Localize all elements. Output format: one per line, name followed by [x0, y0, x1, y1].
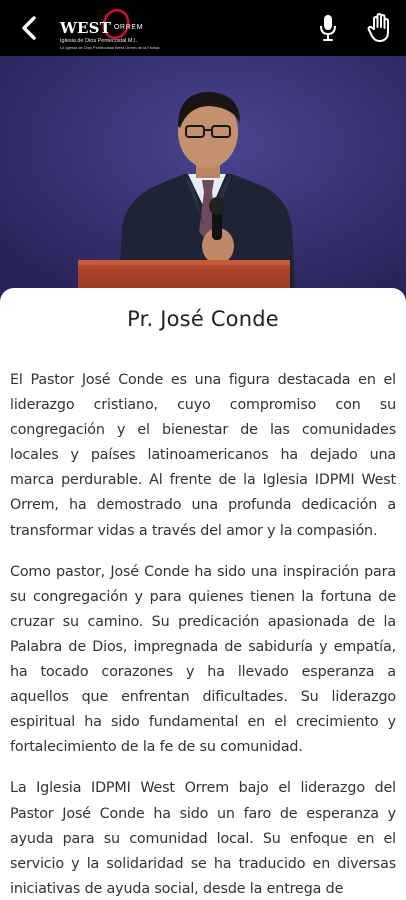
- biography-paragraph-1: El Pastor José Conde es una figura desta…: [10, 372, 396, 539]
- profile-card: Pr. José Conde El Pastor José Conde es u…: [0, 288, 406, 900]
- top-bar: WEST ORREM Iglesia de Dios Pentecostal M…: [0, 0, 406, 56]
- microphone-button[interactable]: [314, 13, 342, 43]
- biography-text: El Pastor José Conde es una figura desta…: [10, 368, 396, 900]
- microphone-icon: [320, 15, 336, 41]
- logo-subtitle-small: La Iglesia de Dios Pentecostal West Orre…: [60, 45, 160, 50]
- biography-paragraph-2: Como pastor, José Conde ha sido una insp…: [10, 563, 396, 756]
- raise-hand-button[interactable]: [364, 12, 396, 44]
- logo-word-main: WEST: [60, 19, 112, 37]
- app-screen: WEST ORREM Iglesia de Dios Pentecostal M…: [0, 0, 406, 900]
- raised-hand-icon: [367, 13, 389, 43]
- back-button[interactable]: [14, 12, 44, 44]
- biography-paragraph-3: La Iglesia IDPMI West Orrem bajo el lide…: [10, 780, 396, 897]
- logo-subtitle: Iglesia de Dios Pentecostal M.I.: [60, 38, 138, 44]
- logo-word-script: ORREM: [114, 24, 144, 31]
- church-logo: WEST ORREM Iglesia de Dios Pentecostal M…: [58, 8, 160, 50]
- hero-image: [0, 56, 406, 306]
- pastor-photo: [0, 56, 406, 306]
- pastor-name-title: Pr. José Conde: [127, 307, 279, 331]
- chevron-left-icon: [22, 16, 36, 40]
